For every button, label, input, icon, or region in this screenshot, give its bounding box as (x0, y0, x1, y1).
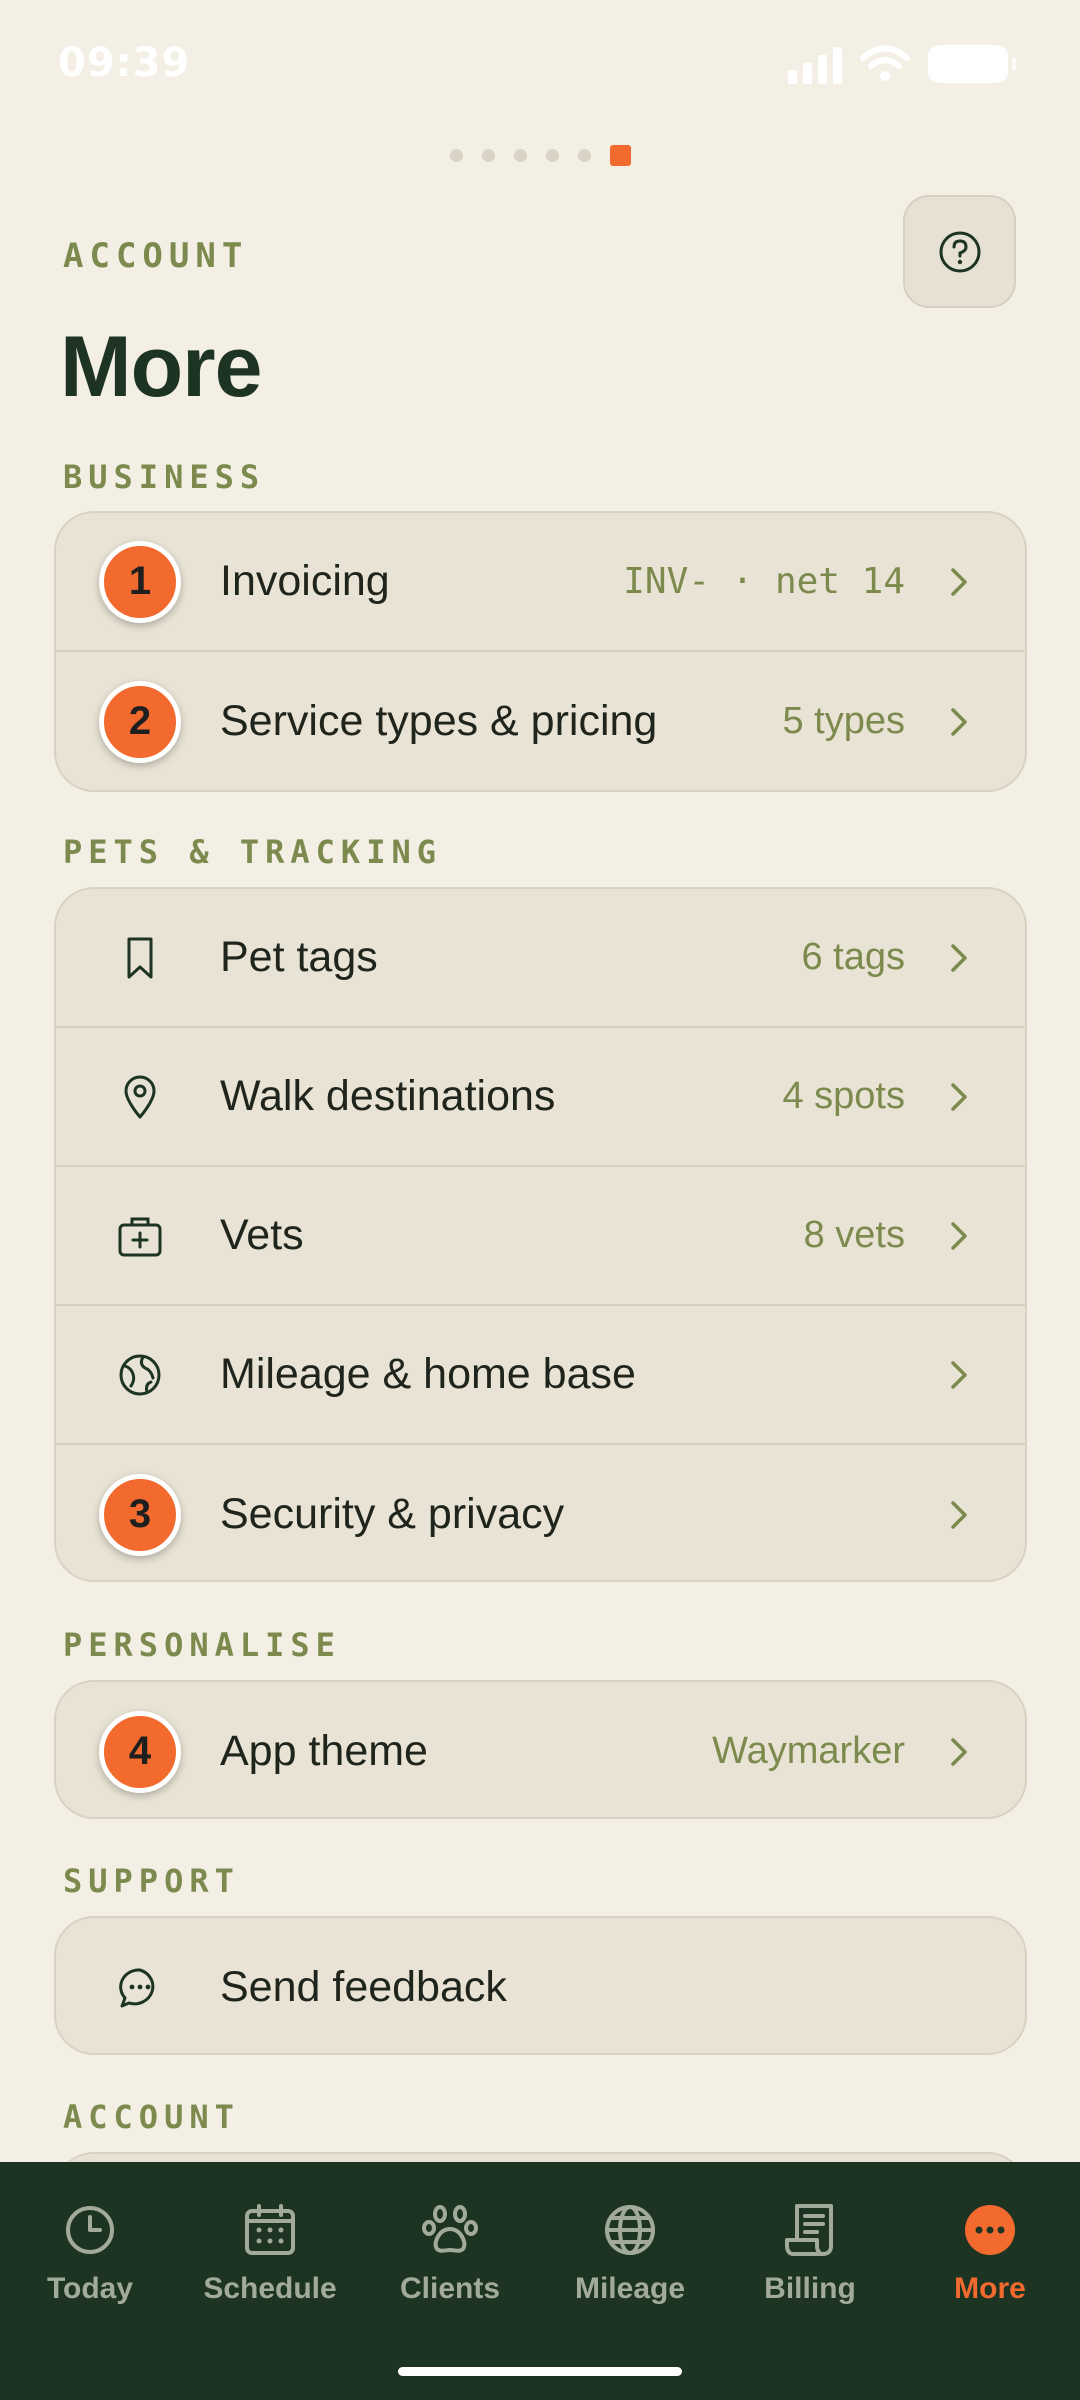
receipt-icon (785, 2204, 833, 2256)
section-label-personalise: PERSONALISE (63, 1626, 341, 1664)
chevron-right-icon (951, 1737, 967, 1766)
page-dot (578, 149, 591, 162)
bookmark-icon (127, 937, 153, 978)
status-icons (788, 44, 1016, 84)
row-mileage-home-base[interactable]: Mileage & home base (56, 1306, 1025, 1445)
tab-more[interactable]: More (900, 2162, 1080, 2322)
medical-bag-icon (118, 1217, 162, 1256)
paw-icon (422, 2205, 478, 2253)
step-badge: 2 (99, 680, 181, 763)
row-invoicing[interactable]: 1 Invoicing INV- · net 14 (56, 513, 1025, 652)
calendar-icon (245, 2204, 295, 2255)
page-dot (450, 149, 463, 162)
row-label: Pet tags (220, 933, 378, 981)
status-time: 09:39 (58, 40, 191, 86)
tab-label: Clients (399, 2272, 501, 2305)
header-eyebrow: ACCOUNT (63, 236, 249, 276)
tab-schedule[interactable]: Schedule (180, 2162, 360, 2322)
tab-clients[interactable]: Clients (360, 2162, 540, 2322)
row-label: App theme (220, 1727, 428, 1775)
tab-label: Billing (764, 2272, 856, 2305)
more-dots-icon (965, 2205, 1015, 2255)
tab-label: Schedule (203, 2272, 337, 2305)
page-indicator (450, 145, 631, 166)
section-label-business: BUSINESS (63, 458, 266, 496)
chevron-right-icon (951, 943, 967, 972)
home-indicator[interactable] (398, 2367, 682, 2376)
chevron-right-icon (951, 567, 967, 596)
section-label-account: ACCOUNT (63, 2098, 240, 2136)
help-circle-icon (939, 231, 980, 272)
step-badge: 3 (99, 1473, 181, 1556)
tab-bar: Today Schedule Clients Mileage Billing M… (0, 2162, 1080, 2400)
row-pet-tags[interactable]: Pet tags 6 tags (56, 889, 1025, 1028)
row-send-feedback[interactable]: Send feedback (56, 1918, 1025, 2053)
tab-label: Mileage (574, 2272, 686, 2305)
row-label: Walk destinations (220, 1072, 556, 1120)
page-dot (482, 149, 495, 162)
row-vets[interactable]: Vets 8 vets (56, 1167, 1025, 1306)
row-service-types[interactable]: 2 Service types & pricing 5 types (56, 652, 1025, 790)
row-label: Send feedback (220, 1963, 507, 2011)
row-value: 6 tags (801, 936, 905, 978)
cellular-signal-icon (788, 44, 842, 84)
row-security-privacy[interactable]: 3 Security & privacy (56, 1445, 1025, 1580)
chevron-right-icon (951, 1082, 967, 1111)
row-value: 5 types (782, 700, 905, 742)
chevron-right-icon (951, 1360, 967, 1389)
row-app-theme[interactable]: 4 App theme Waymarker (56, 1682, 1025, 1817)
row-value: Waymarker (712, 1730, 905, 1772)
wifi-icon (860, 45, 910, 81)
row-value: 4 spots (782, 1075, 905, 1117)
page-dot-active (610, 145, 631, 166)
row-value: INV- · net 14 (623, 561, 905, 602)
help-button[interactable] (903, 195, 1016, 308)
row-label: Service types & pricing (220, 697, 658, 745)
map-pin-icon (124, 1075, 156, 1118)
support-card: Send feedback (54, 1916, 1027, 2055)
tab-today[interactable]: Today (0, 2162, 180, 2322)
tab-billing[interactable]: Billing (720, 2162, 900, 2322)
clock-icon (66, 2206, 114, 2254)
row-label: Security & privacy (220, 1490, 565, 1538)
chevron-right-icon (951, 1221, 967, 1250)
chevron-right-icon (951, 1500, 967, 1529)
section-label-support: SUPPORT (63, 1862, 240, 1900)
tab-label: More (954, 2272, 1026, 2305)
personalise-card: 4 App theme Waymarker (54, 1680, 1027, 1819)
page-dot (514, 149, 527, 162)
chat-bubble-icon (119, 1967, 155, 2007)
globe-icon (605, 2205, 655, 2255)
row-value: 8 vets (803, 1214, 905, 1256)
row-walk-destinations[interactable]: Walk destinations 4 spots (56, 1028, 1025, 1167)
chevron-right-icon (951, 707, 967, 736)
page-title: More (60, 319, 262, 415)
tab-mileage[interactable]: Mileage (540, 2162, 720, 2322)
row-label: Mileage & home base (220, 1350, 636, 1398)
pets-tracking-card: Pet tags 6 tags Walk destinations 4 spot… (54, 887, 1027, 1582)
section-label-pets-tracking: PETS & TRACKING (63, 833, 442, 871)
row-label: Vets (220, 1211, 304, 1259)
row-label: Invoicing (220, 557, 390, 605)
tab-label: Today (46, 2272, 134, 2305)
battery-icon (928, 45, 1016, 83)
business-card: 1 Invoicing INV- · net 14 2 Service type… (54, 511, 1027, 792)
status-bar: 09:39 (0, 0, 1080, 135)
page-dot (546, 149, 559, 162)
step-badge: 4 (99, 1710, 181, 1793)
step-badge: 1 (99, 540, 181, 623)
globe-icon (119, 1354, 161, 1395)
